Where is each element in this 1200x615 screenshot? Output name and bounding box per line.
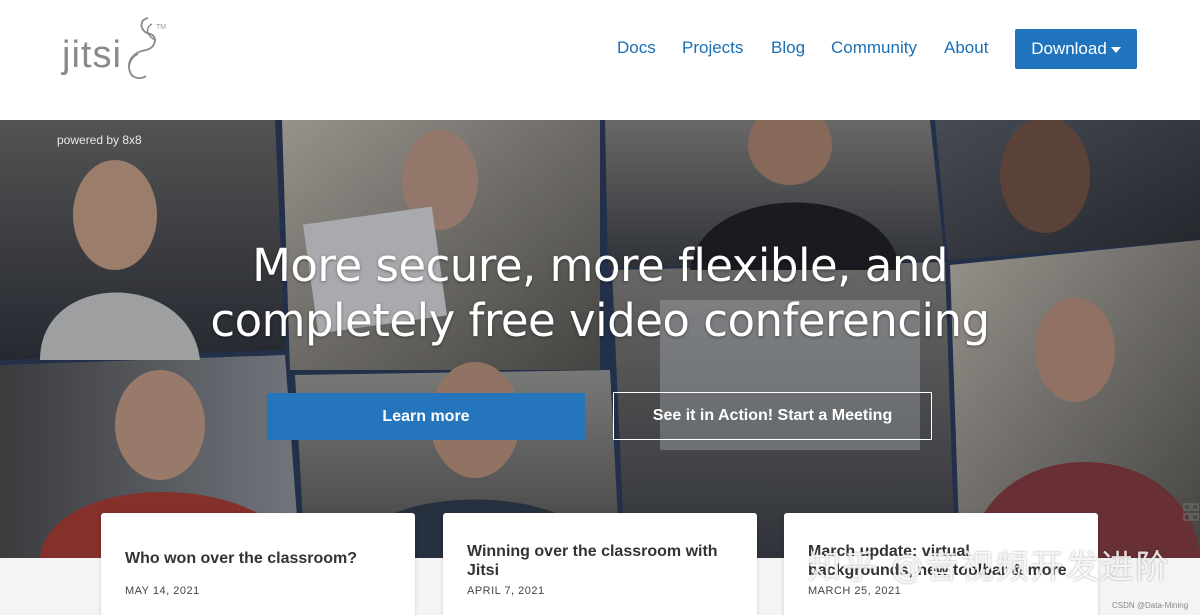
- nav-docs[interactable]: Docs: [617, 38, 656, 58]
- hero-title-line1: More secure, more flexible, and: [252, 239, 948, 292]
- powered-by-text: powered by 8x8: [57, 133, 142, 147]
- jitsi-logo[interactable]: jitsi TM: [58, 14, 168, 86]
- download-button[interactable]: Download: [1015, 29, 1137, 69]
- hero-title-line2: completely free video conferencing: [210, 294, 990, 347]
- nav-projects[interactable]: Projects: [682, 38, 743, 58]
- start-meeting-button[interactable]: See it in Action! Start a Meeting: [613, 392, 932, 440]
- hero-section: powered by 8x8 More secure, more flexibl…: [0, 120, 1200, 558]
- nav-about[interactable]: About: [944, 38, 988, 58]
- grid-icon[interactable]: [1182, 502, 1200, 524]
- nav-blog[interactable]: Blog: [771, 38, 805, 58]
- card-title[interactable]: Winning over the classroom with Jitsi: [467, 542, 727, 580]
- card-title[interactable]: Who won over the classroom?: [125, 549, 357, 568]
- zhihu-watermark: 知乎 @音视频开发进阶: [808, 547, 1171, 586]
- download-label: Download: [1031, 39, 1107, 58]
- caret-down-icon: [1110, 47, 1121, 53]
- card-date: APRIL 7, 2021: [467, 585, 545, 597]
- logo-swirl-icon: [128, 17, 157, 79]
- card-date: MAY 14, 2021: [125, 585, 200, 597]
- blog-card[interactable]: Winning over the classroom with Jitsi AP…: [443, 513, 757, 615]
- csdn-watermark: CSDN @Data-Mining: [1112, 601, 1189, 610]
- learn-more-button[interactable]: Learn more: [267, 393, 585, 440]
- blog-card[interactable]: Who won over the classroom? MAY 14, 2021: [101, 513, 415, 615]
- nav-community[interactable]: Community: [831, 38, 917, 58]
- hero-title: More secure, more flexible, and complete…: [0, 238, 1200, 348]
- site-header: jitsi TM Docs Projects Blog Community Ab…: [0, 0, 1200, 120]
